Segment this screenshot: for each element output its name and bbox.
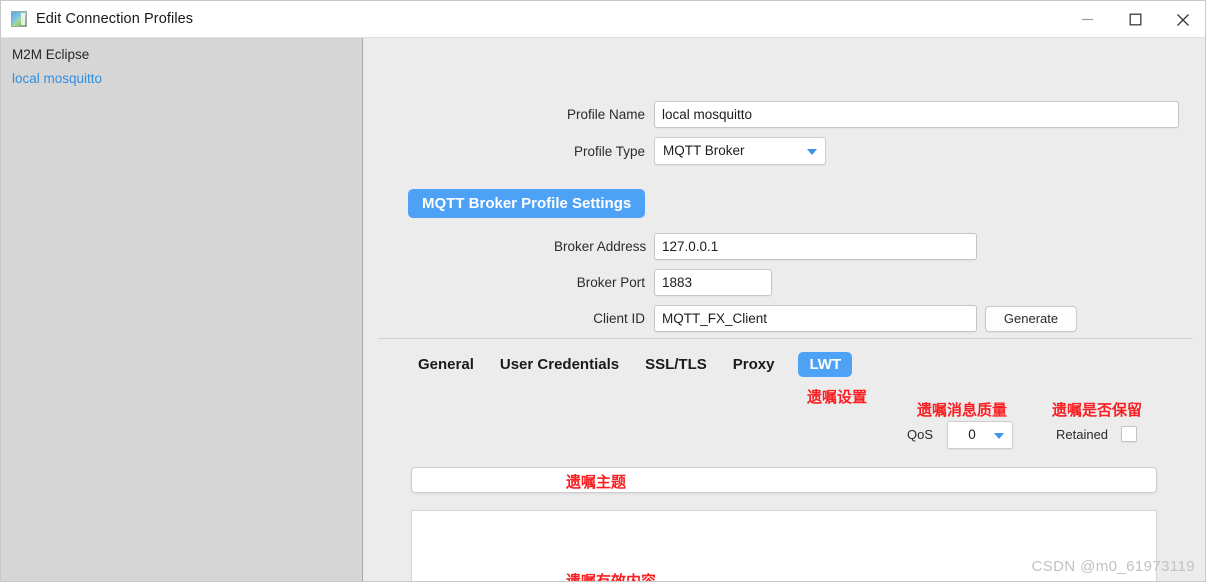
profiles-app-icon [11,11,27,27]
profile-name-input[interactable]: local mosquitto [654,101,1179,128]
tab-lwt[interactable]: LWT [798,352,853,377]
tab-label: General [418,356,474,373]
qos-label: QoS [907,427,934,442]
qos-select[interactable]: 0 [947,421,1013,449]
retained-label: Retained [1056,427,1109,442]
broker-address-label: Broker Address [554,239,647,254]
annotation-lwt-settings: 遗嘱设置 [807,388,868,406]
lwt-topic-input[interactable] [411,467,1157,493]
tab-user-credentials[interactable]: User Credentials [498,352,621,377]
sidebar-item-local-mosquitto[interactable]: local mosquitto [1,67,362,91]
profile-tabs: General User Credentials SSL/TLS Proxy L… [416,352,853,377]
annotation-lwt-retained: 遗嘱是否保留 [1052,401,1143,419]
tab-label: SSL/TLS [645,356,707,373]
profile-name-label: Profile Name [566,107,645,122]
tab-proxy[interactable]: Proxy [731,352,777,377]
generate-button[interactable]: Generate [985,305,1077,332]
sidebar-item-label: M2M Eclipse [12,47,90,62]
broker-port-input[interactable]: 1883 [654,269,772,296]
edit-connection-profiles-window: Edit Connection Profiles M2M Eclipse loc… [0,0,1206,582]
chevron-down-icon [994,433,1004,439]
broker-port-label: Broker Port [576,275,645,290]
profile-type-value: MQTT Broker [663,143,745,158]
generate-button-label: Generate [1003,311,1059,326]
annotation-lwt-qos: 遗嘱消息质量 [917,401,1008,419]
mqtt-broker-profile-settings-button[interactable]: MQTT Broker Profile Settings [408,189,646,218]
close-icon[interactable] [1159,1,1205,38]
minimize-icon[interactable] [1063,1,1111,38]
tab-label: User Credentials [499,356,620,373]
profiles-sidebar: M2M Eclipse local mosquitto [1,38,363,581]
client-id-label: Client ID [593,311,645,326]
sidebar-item-label: local mosquitto [12,71,103,86]
profile-type-label: Profile Type [573,143,645,159]
client-id-row: Client ID MQTT_FX_Client Generate [554,305,1077,332]
sidebar-item-m2m-eclipse[interactable]: M2M Eclipse [1,43,362,67]
broker-port-row: Broker Port 1883 [554,269,772,296]
profile-name-row: Profile Name local mosquitto [554,101,1179,128]
titlebar: Edit Connection Profiles [1,1,1205,38]
qos-value: 0 [968,427,976,442]
chevron-down-icon [807,149,817,155]
profile-type-row: Profile Type MQTT Broker [554,137,826,165]
window-title: Edit Connection Profiles [36,11,194,27]
tab-general[interactable]: General [416,352,476,377]
tab-label: Proxy [732,356,775,373]
maximize-icon[interactable] [1111,1,1159,38]
client-id-input[interactable]: MQTT_FX_Client [654,305,977,332]
annotation-lwt-topic: 遗嘱主题 [566,473,627,491]
profile-editor-panel: Profile Name local mosquitto Profile Typ… [364,38,1205,582]
tab-label: LWT [809,356,842,373]
window-controls [1063,1,1205,38]
csdn-watermark: CSDN @m0_61973119 [1031,558,1195,575]
retained-checkbox[interactable] [1121,426,1137,442]
section-divider [378,338,1193,339]
annotation-lwt-payload: 遗嘱有效内容 [566,572,657,582]
broker-address-row: Broker Address 127.0.0.1 [554,233,977,260]
profile-type-select[interactable]: MQTT Broker [654,137,826,165]
settings-button-label: MQTT Broker Profile Settings [422,195,632,212]
broker-address-input[interactable]: 127.0.0.1 [654,233,977,260]
tab-ssl-tls[interactable]: SSL/TLS [643,352,709,377]
